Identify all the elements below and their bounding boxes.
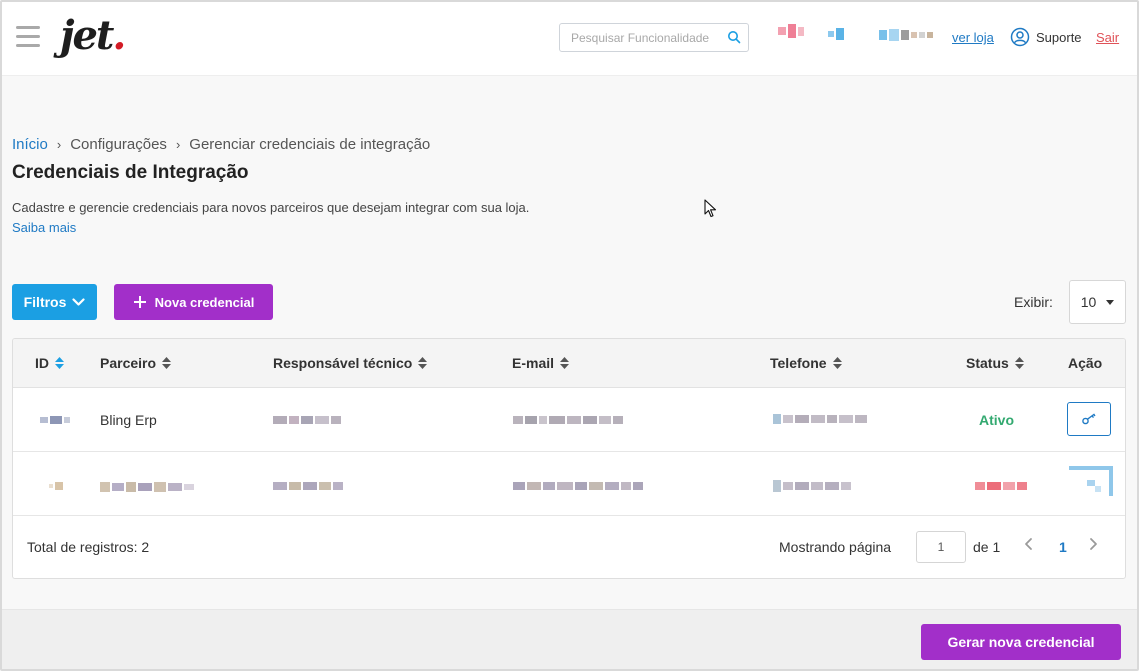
key-icon (1082, 413, 1096, 425)
sort-icon (162, 357, 172, 369)
column-acao: Ação (1068, 355, 1103, 371)
pagination-page-1[interactable]: 1 (1059, 539, 1067, 555)
notification-icon-blurred[interactable] (828, 28, 844, 40)
page-description: Cadastre e gerencie credenciais para nov… (12, 200, 530, 215)
menu-icon[interactable] (16, 26, 40, 48)
saiba-mais-link[interactable]: Saiba mais (12, 220, 76, 235)
caret-down-icon (1106, 299, 1115, 305)
sort-icon (55, 357, 64, 369)
credentials-table: ID Parceiro Responsável técnico E-mail T… (12, 338, 1126, 579)
nova-credencial-label: Nova credencial (154, 294, 255, 310)
edit-credential-button[interactable] (1067, 402, 1111, 436)
cell-telefone-blurred (773, 414, 867, 424)
suporte-button[interactable]: Suporte (1010, 27, 1082, 47)
exibir-label: Exibir: (1014, 294, 1053, 310)
mouse-cursor-icon (704, 199, 717, 218)
total-registros: Total de registros: 2 (27, 539, 150, 555)
exibir-select[interactable]: 10 (1069, 280, 1126, 324)
page-title: Credenciais de Integração (12, 162, 249, 183)
plus-icon (133, 296, 146, 308)
table-row[interactable]: Bling Erp Ativo (13, 388, 1125, 452)
cell-email-blurred (513, 482, 643, 490)
ver-loja-link[interactable]: ver loja (952, 30, 994, 45)
sort-icon (418, 357, 428, 369)
breadcrumb-configuracoes[interactable]: Configurações (70, 136, 167, 153)
cell-telefone-blurred (773, 480, 851, 492)
sair-link[interactable]: Sair (1096, 30, 1119, 45)
cell-parceiro: Bling Erp (100, 412, 157, 428)
search-box (559, 23, 749, 52)
page-number-input[interactable] (916, 531, 966, 563)
app-window: jet. ver loja (0, 0, 1139, 671)
sort-icon (832, 357, 842, 369)
nova-credencial-button[interactable]: Nova credencial (114, 284, 273, 320)
edit-credential-button-blurred[interactable] (1069, 466, 1113, 500)
exibir-value: 10 (1080, 294, 1097, 310)
breadcrumb: Início › Configurações › Gerenciar crede… (12, 136, 430, 153)
table-row[interactable] (13, 452, 1125, 516)
column-id[interactable]: ID (35, 355, 64, 371)
mostrando-pagina-label: Mostrando página (779, 539, 892, 555)
store-icon-blurred[interactable] (778, 24, 804, 38)
column-parceiro[interactable]: Parceiro (100, 355, 172, 371)
sort-icon (560, 357, 570, 369)
cell-id-blurred (49, 482, 63, 490)
breadcrumb-current: Gerenciar credenciais de integração (189, 136, 431, 153)
sort-icon (1014, 357, 1024, 369)
table-footer: Total de registros: 2 Mostrando página d… (13, 517, 1125, 578)
status-badge-blurred (975, 482, 1027, 490)
status-badge: Ativo (979, 412, 1014, 428)
search-input[interactable] (560, 24, 720, 51)
filtros-button[interactable]: Filtros (12, 284, 97, 320)
bottom-action-bar: Gerar nova credencial (2, 609, 1137, 669)
table-header: ID Parceiro Responsável técnico E-mail T… (13, 339, 1125, 388)
user-circle-icon (1010, 27, 1030, 47)
breadcrumb-inicio[interactable]: Início (12, 136, 48, 153)
cell-email-blurred (513, 416, 623, 424)
account-name-blurred (879, 29, 933, 41)
gerar-nova-credencial-button[interactable]: Gerar nova credencial (921, 624, 1121, 660)
chevron-right-icon[interactable] (1087, 537, 1099, 551)
cell-responsavel-blurred (273, 482, 343, 490)
cell-id-blurred (40, 416, 70, 424)
cell-responsavel-blurred (273, 416, 341, 424)
top-header: jet. ver loja (2, 2, 1137, 76)
search-icon[interactable] (727, 30, 741, 44)
filtros-label: Filtros (23, 294, 67, 310)
jet-logo[interactable]: jet. (60, 12, 126, 59)
breadcrumb-separator: › (175, 137, 181, 152)
total-pages-label: de 1 (973, 539, 1001, 555)
chevron-left-icon[interactable] (1023, 537, 1035, 551)
column-responsavel[interactable]: Responsável técnico (273, 355, 428, 371)
column-email[interactable]: E-mail (512, 355, 570, 371)
breadcrumb-separator: › (56, 137, 62, 152)
column-telefone[interactable]: Telefone (770, 355, 842, 371)
cell-parceiro-blurred (100, 482, 194, 492)
chevron-down-icon (72, 297, 85, 306)
column-status[interactable]: Status (966, 355, 1024, 371)
suporte-label: Suporte (1036, 29, 1082, 45)
